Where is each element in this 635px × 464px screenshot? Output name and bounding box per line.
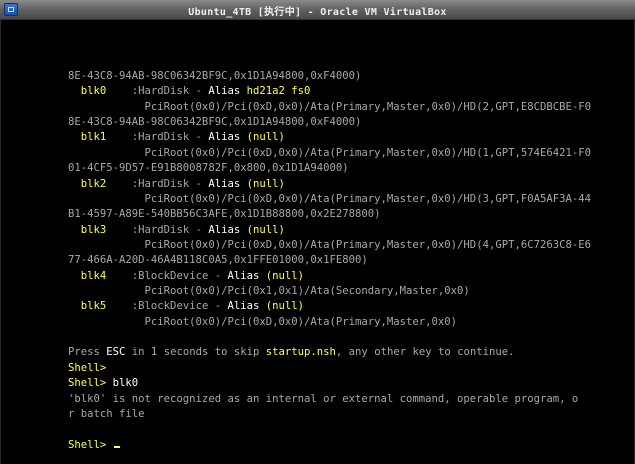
console-line-blk3-row: blk3 :HardDisk - Alias (null) bbox=[68, 223, 285, 238]
console-text: Shell> bbox=[68, 438, 107, 451]
console-text: PciRoot(0x0)/Pci(0x1,0x1)/Ata(Secondary,… bbox=[68, 285, 470, 298]
console-text: 8E-43C8-94AB-98C06342BF9C,0x1D1A94800,0x… bbox=[68, 70, 362, 82]
console-line-shell-prompt-active: Shell> bbox=[68, 438, 120, 453]
console-line-blk1-row: blk1 :HardDisk - Alias (null) bbox=[68, 130, 285, 145]
console-text: (null) bbox=[246, 177, 285, 190]
console-text: blk5 bbox=[68, 300, 107, 313]
console-text: startup.nsh bbox=[265, 346, 336, 359]
console-text: 8E-43C8-94AB-98C06342BF9C,0x1D1A94800,0x… bbox=[68, 116, 362, 129]
console-text: blk0 bbox=[106, 377, 139, 390]
console-text: Alias bbox=[227, 269, 266, 282]
console-text: (null) bbox=[265, 300, 305, 313]
window-titlebar[interactable]: Ubuntu_4TB [执行中] - Oracle VM VirtualBox bbox=[0, 0, 635, 20]
console-line-error-line-1: 'blk0' is not recognized as an internal … bbox=[68, 392, 578, 407]
console-line-blk5-path-1: PciRoot(0x0)/Pci(0xD,0x0)/Ata(Primary,Ma… bbox=[68, 315, 458, 330]
console-line-shell-prompt-1: Shell> bbox=[68, 361, 106, 376]
text-cursor[interactable] bbox=[113, 445, 120, 448]
console-text: hd21a2 fs0 bbox=[246, 85, 311, 98]
console-text: Alias bbox=[227, 300, 266, 313]
console-text: blk3 bbox=[68, 223, 107, 236]
console-text: PciRoot(0x0)/Pci(0xD,0x0)/Ata(Primary,Ma… bbox=[68, 146, 591, 159]
console-line-blk2-path-1: PciRoot(0x0)/Pci(0xD,0x0)/Ata(Primary,Ma… bbox=[68, 192, 591, 207]
console-text: :HardDisk - bbox=[106, 223, 209, 236]
console-text: in 1 seconds to skip bbox=[125, 346, 266, 359]
window-title: Ubuntu_4TB [执行中] - Oracle VM VirtualBox bbox=[188, 7, 447, 18]
console-text: :BlockDevice - bbox=[106, 269, 228, 282]
console-text: Alias bbox=[208, 177, 247, 190]
console-text: PciRoot(0x0)/Pci(0xD,0x0)/Ata(Primary,Ma… bbox=[68, 238, 591, 251]
console-line-blk5-row: blk5 :BlockDevice - Alias (null) bbox=[68, 299, 304, 314]
console-text: PciRoot(0x0)/Pci(0xD,0x0)/Ata(Primary,Ma… bbox=[68, 192, 591, 205]
console-text: (null) bbox=[265, 269, 305, 282]
console-text: ESC bbox=[106, 346, 126, 359]
console-text: (null) bbox=[246, 131, 285, 144]
console-text: Alias bbox=[208, 85, 247, 98]
console-text: blk2 bbox=[68, 177, 107, 190]
console-line-esc-prompt: Press ESC in 1 seconds to skip startup.n… bbox=[68, 345, 515, 360]
console-line-blk2-path-2: B1-4597-A89E-540BB56C3AFE,0x1D1B88800,0x… bbox=[68, 207, 381, 222]
console-text: PciRoot(0x0)/Pci(0xD,0x0)/Ata(Primary,Ma… bbox=[68, 100, 591, 113]
console-line-blk0-path-2: 8E-43C8-94AB-98C06342BF9C,0x1D1A94800,0x… bbox=[68, 115, 361, 130]
console-text: PciRoot(0x0)/Pci(0xD,0x0)/Ata(Primary,Ma… bbox=[68, 315, 458, 328]
console-line-map-path-blk-prev-tail: 8E-43C8-94AB-98C06342BF9C,0x1D1A94800,0x… bbox=[68, 69, 361, 84]
console-text: :BlockDevice - bbox=[106, 300, 228, 313]
console-line-blk3-path-1: PciRoot(0x0)/Pci(0xD,0x0)/Ata(Primary,Ma… bbox=[68, 238, 591, 253]
console-line-blk4-row: blk4 :BlockDevice - Alias (null) bbox=[68, 269, 304, 284]
console-text: :HardDisk - bbox=[106, 131, 209, 144]
console-text: Alias bbox=[208, 131, 247, 144]
console-text: :HardDisk - bbox=[106, 177, 209, 190]
console-line-blk1-path-1: PciRoot(0x0)/Pci(0xD,0x0)/Ata(Primary,Ma… bbox=[68, 146, 591, 161]
console-text: B1-4597-A89E-540BB56C3AFE,0x1D1B88800,0x… bbox=[68, 208, 381, 221]
console-text: r batch file bbox=[68, 407, 145, 420]
console-line-blk0-row: blk0 :HardDisk - Alias hd21a2 fs0 bbox=[68, 84, 311, 99]
console-text: , any other key to continue. bbox=[335, 346, 515, 359]
console-line-shell-command: Shell> blk0 bbox=[68, 376, 138, 391]
console-line-blk0-path-1: PciRoot(0x0)/Pci(0xD,0x0)/Ata(Primary,Ma… bbox=[68, 100, 591, 115]
console-text: blk4 bbox=[68, 269, 107, 282]
console-text: blk1 bbox=[68, 131, 107, 144]
console-text: Shell> bbox=[68, 377, 107, 390]
console-line-blk1-path-2: 01-4CF5-9D57-E91B8008782F,0x800,0x1D1A94… bbox=[68, 161, 349, 176]
console-line-blk2-row: blk2 :HardDisk - Alias (null) bbox=[68, 177, 285, 192]
console-text: blk0 bbox=[68, 85, 107, 98]
console-line-error-line-2: r batch file bbox=[68, 407, 145, 422]
console-text: Shell> bbox=[68, 361, 107, 374]
console-text: Press bbox=[68, 346, 107, 359]
console-text: 77-466A-A20D-46A4B118C0A5,0x1FFE01000,0x… bbox=[68, 254, 368, 267]
console-text: (null) bbox=[246, 223, 285, 236]
console-line-blk3-path-2: 77-466A-A20D-46A4B118C0A5,0x1FFE01000,0x… bbox=[68, 253, 368, 268]
console-text: 01-4CF5-9D57-E91B8008782F,0x800,0x1D1A94… bbox=[68, 162, 349, 175]
console-text: Alias bbox=[208, 223, 247, 236]
vm-console-screen[interactable]: 8E-43C8-94AB-98C06342BF9C,0x1D1A94800,0x… bbox=[0, 20, 635, 464]
console-text: :HardDisk - bbox=[106, 85, 209, 98]
console-line-blk4-path-1: PciRoot(0x0)/Pci(0x1,0x1)/Ata(Secondary,… bbox=[68, 284, 470, 299]
console-text: 'blk0' is not recognized as an internal … bbox=[68, 392, 579, 405]
